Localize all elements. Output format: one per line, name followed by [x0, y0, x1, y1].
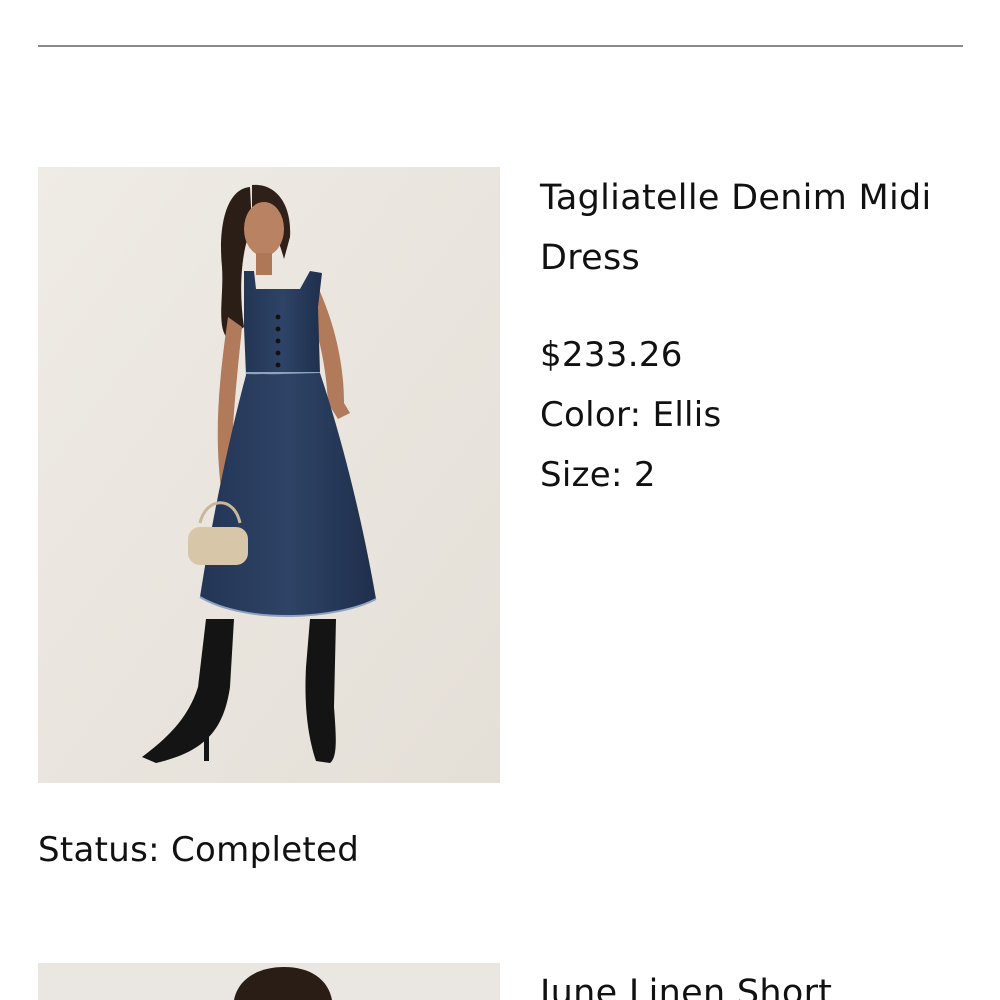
short-photo — [38, 963, 500, 1000]
product-price: $233.26 — [540, 335, 683, 375]
product-info: Tagliatelle Denim Midi Dress $233.26 Col… — [540, 168, 980, 505]
order-status: Status: Completed — [38, 830, 360, 870]
product-size: Size: 2 — [540, 455, 656, 495]
top-divider — [38, 45, 963, 47]
dress-photo — [38, 167, 500, 783]
product-info: June Linen Short — [540, 963, 980, 1000]
product-title[interactable]: June Linen Short — [540, 963, 980, 1000]
product-details: $233.26 Color: Ellis Size: 2 — [540, 325, 980, 505]
order-history-page: Tagliatelle Denim Midi Dress $233.26 Col… — [0, 0, 1000, 1000]
product-image[interactable] — [38, 167, 500, 783]
product-color: Color: Ellis — [540, 395, 722, 435]
product-image[interactable] — [38, 963, 500, 1000]
product-title[interactable]: Tagliatelle Denim Midi Dress — [540, 168, 980, 288]
